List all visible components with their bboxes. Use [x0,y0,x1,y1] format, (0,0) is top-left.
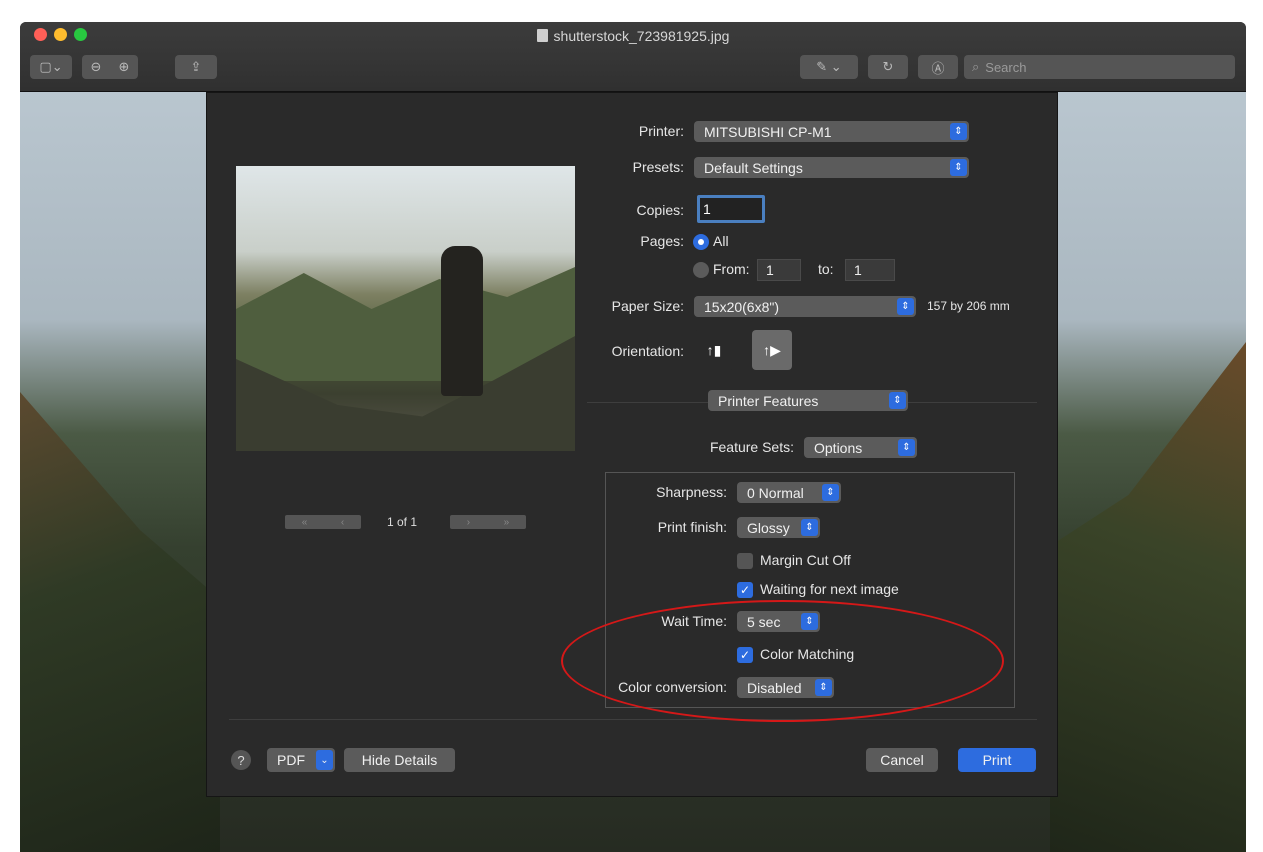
right-mountain [1050,342,1246,852]
search-field[interactable]: ⌕ Search [964,55,1235,79]
portrait-icon: ↑▮ [706,341,722,358]
pdf-label: PDF [277,752,305,768]
zoom-in-icon[interactable]: ⊕ [119,59,130,75]
waiting-next-image-checkbox[interactable]: ✓ [737,582,753,598]
annotate-icon: Ⓐ [931,60,945,76]
search-icon: ⌕ [972,59,980,74]
footer-divider [229,719,1037,720]
print-preview-image [236,166,575,451]
chevron-updown-icon: ⇕ [897,298,914,315]
printer-label: Printer: [638,123,684,139]
pages-to-field[interactable]: 1 [845,259,895,281]
preview-hiker [441,246,483,396]
next-page-buttons[interactable]: ›» [450,515,526,529]
print-button[interactable]: Print [958,748,1036,772]
waiting-next-image-label: Waiting for next image [760,581,899,597]
margin-cut-off-checkbox[interactable] [737,553,753,569]
previous-page-icon[interactable]: ‹ [341,517,344,528]
pages-all-label: All [713,233,729,249]
chevron-updown-icon: ⇕ [898,439,915,456]
preview-mountains-far [236,267,575,381]
zoom-buttons: ⊖ ⊕ [82,55,138,79]
checkmark-icon: ✓ [739,583,751,597]
annotate-button[interactable]: Ⓐ [918,55,958,79]
markup-button[interactable]: ✎ ⌄ [800,55,858,79]
chevron-updown-icon: ⇕ [822,484,839,501]
orientation-label: Orientation: [611,343,684,359]
margin-cut-off-label: Margin Cut Off [760,552,851,568]
feature-sets-label: Feature Sets: [709,439,794,455]
paper-dimensions: 157 by 206 mm [927,299,1010,313]
page-indicator: 1 of 1 [387,515,418,529]
paper-size-label: Paper Size: [611,298,684,314]
cancel-button[interactable]: Cancel [866,748,938,772]
pdf-menu-button[interactable]: PDF ⌄ [267,748,335,772]
window-title-text: shutterstock_723981925.jpg [553,28,730,44]
top-white-strip [0,0,1263,22]
chevron-updown-icon: ⇕ [950,123,967,140]
chevron-updown-icon: ⇕ [950,159,967,176]
presets-value: Default Settings [704,159,803,176]
printer-popup[interactable]: MITSUBISHI CP-M1 ⇕ [694,121,969,142]
annotation-ellipse [561,600,1004,722]
sharpness-label: Sharpness: [656,484,727,500]
print-finish-label: Print finish: [657,519,727,535]
window-title: shutterstock_723981925.jpg [20,28,1246,44]
chevron-updown-icon: ⇕ [889,392,906,409]
section-popup[interactable]: Printer Features ⇕ [708,390,908,411]
pages-label: Pages: [640,233,684,249]
printer-value: MITSUBISHI CP-M1 [704,123,832,140]
zoom-out-icon[interactable]: ⊖ [91,59,102,75]
document-icon [536,29,548,42]
chevron-down-icon: ⌄ [316,750,333,770]
pen-icon: ✎ ⌄ [816,59,842,74]
pages-from-label: From: [713,261,750,277]
section-value: Printer Features [718,392,819,409]
presets-label: Presets: [632,159,684,175]
pages-all-radio[interactable] [693,234,709,250]
feature-sets-popup[interactable]: Options ⇕ [804,437,917,458]
presets-popup[interactable]: Default Settings ⇕ [694,157,969,178]
paper-size-value: 15x20(6x8") [704,298,780,315]
sharpness-popup[interactable]: 0 Normal ⇕ [737,482,841,503]
previous-page-buttons[interactable]: «‹ [285,515,361,529]
left-mountain [20,392,220,852]
sidebar-toggle-button[interactable]: ▢⌄ [30,55,72,79]
portrait-orientation-button[interactable]: ↑▮ [694,330,734,370]
rotate-icon: ↻ [882,59,894,74]
last-page-icon[interactable]: » [504,517,510,528]
landscape-icon: ↑▶ [763,341,781,358]
rotate-button[interactable]: ↻ [868,55,908,79]
chevron-updown-icon: ⇕ [801,519,818,536]
pages-from-radio[interactable] [693,262,709,278]
share-button[interactable]: ⇪ [175,55,217,79]
search-placeholder: Search [985,59,1027,75]
first-page-icon[interactable]: « [302,517,308,528]
copies-field[interactable]: 1 [697,195,765,223]
hide-details-button[interactable]: Hide Details [344,748,455,772]
help-button[interactable]: ? [231,750,251,770]
print-finish-popup[interactable]: Glossy ⇕ [737,517,820,538]
pages-to-label: to: [818,261,834,277]
feature-sets-value: Options [814,439,863,456]
pages-from-field[interactable]: 1 [757,259,801,281]
print-finish-value: Glossy [747,519,790,536]
preview-window: shutterstock_723981925.jpg ▢⌄ ⊖ ⊕ ⇪ ✎ ⌄ ↻… [20,22,1246,852]
paper-size-popup[interactable]: 15x20(6x8") ⇕ [694,296,916,317]
sidebar-icon: ▢⌄ [39,59,63,74]
landscape-orientation-button[interactable]: ↑▶ [752,330,792,370]
share-icon: ⇪ [190,59,202,74]
sharpness-value: 0 Normal [747,484,804,501]
next-page-icon[interactable]: › [467,517,470,528]
copies-label: Copies: [636,202,684,218]
title-bar: shutterstock_723981925.jpg ▢⌄ ⊖ ⊕ ⇪ ✎ ⌄ ↻… [20,22,1246,92]
